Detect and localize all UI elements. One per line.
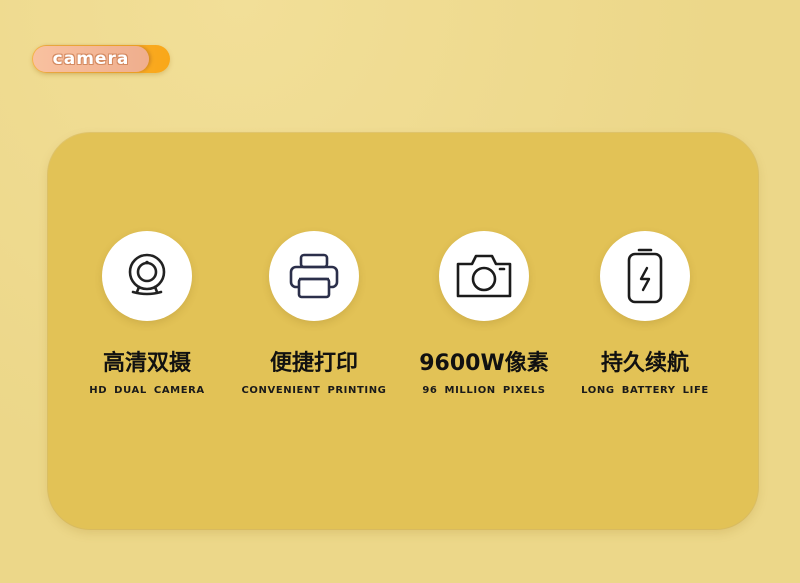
webcam-icon: [128, 253, 166, 296]
features-panel: 高清双摄 HD DUAL CAMERA 便捷打印 CONVENIENT PRIN…: [48, 133, 758, 529]
feature-convenient-printing: 便捷打印 CONVENIENT PRINTING: [224, 231, 404, 396]
feature-subtitle: CONVENIENT PRINTING: [241, 385, 387, 396]
feature-icon-circle: [600, 231, 690, 321]
feature-icon-circle: [269, 231, 359, 321]
battery-icon: [627, 248, 663, 304]
feature-title: 高清双摄: [102, 351, 191, 376]
feature-title: 9600W像素: [419, 351, 549, 376]
feature-long-battery-life: 持久续航 LONG BATTERY LIFE: [555, 231, 735, 396]
printer-icon: [289, 253, 339, 299]
feature-subtitle: LONG BATTERY LIFE: [581, 385, 709, 396]
feature-title: 便捷打印: [269, 351, 358, 376]
tag-pill: camera: [33, 46, 149, 72]
feature-icon-circle: [439, 231, 529, 321]
feature-title: 持久续航: [600, 351, 689, 376]
feature-subtitle: HD DUAL CAMERA: [89, 385, 205, 396]
feature-hd-dual-camera: 高清双摄 HD DUAL CAMERA: [57, 231, 237, 396]
feature-icon-circle: [102, 231, 192, 321]
tag-label: camera: [52, 48, 130, 69]
feature-96-million-pixels: 9600W像素 96 MILLION PIXELS: [394, 231, 574, 396]
feature-subtitle: 96 MILLION PIXELS: [422, 385, 546, 396]
category-tag: camera: [32, 45, 170, 73]
camera-icon: [456, 254, 512, 298]
